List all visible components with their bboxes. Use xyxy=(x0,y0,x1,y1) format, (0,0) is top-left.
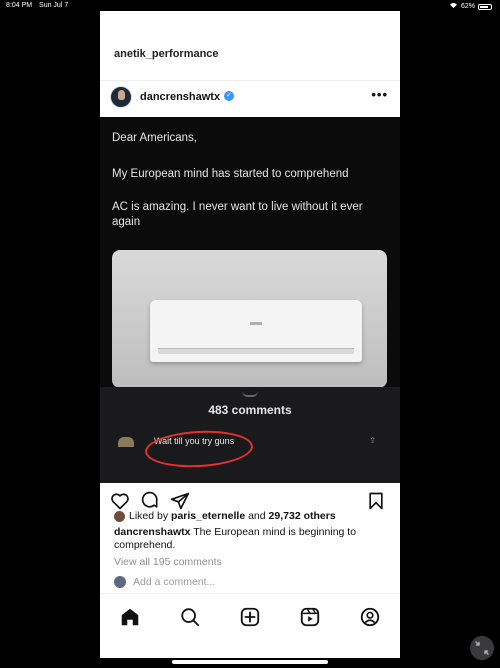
post-image[interactable]: Dear Americans, My European mind has sta… xyxy=(100,117,400,483)
likes-user[interactable]: paris_eternelle xyxy=(171,510,245,522)
commenter-avatar xyxy=(118,437,134,447)
heart-icon[interactable] xyxy=(110,491,130,511)
bookmark-icon[interactable] xyxy=(366,491,386,511)
status-left: 8:04 PM Sun Jul 7 xyxy=(6,2,73,9)
likes-line[interactable]: Liked by paris_eternelle and 29,732 othe… xyxy=(114,510,336,522)
tweet-line-1: Dear Americans, xyxy=(112,132,198,144)
bottom-tab-bar xyxy=(100,593,400,640)
share-mini-icon: ⇪ xyxy=(369,436,376,445)
shrink-window-icon[interactable] xyxy=(470,636,494,660)
ac-unit-photo xyxy=(112,250,387,388)
add-comment-row[interactable]: Add a comment... xyxy=(114,576,215,588)
battery-percent: 62% xyxy=(460,3,475,10)
profile-name: anetik_performance xyxy=(114,48,219,60)
status-time: 8:04 PM xyxy=(6,2,33,9)
caption-user[interactable]: dancrenshawtx xyxy=(114,526,190,538)
wifi-icon xyxy=(449,2,458,11)
verified-badge-icon: ✓ xyxy=(224,91,234,101)
post-username[interactable]: dancrenshawtx xyxy=(140,91,220,103)
status-right: 62% xyxy=(449,2,492,11)
caption: dancrenshawtx The European mind is begin… xyxy=(114,526,390,552)
post-avatar[interactable] xyxy=(110,86,132,108)
comments-count: 483 comments xyxy=(208,403,292,417)
current-user-avatar xyxy=(114,576,126,588)
comments-sheet: 483 comments Wait till you try guns ⇪ xyxy=(100,387,400,483)
tweet-line-3: AC is amazing. I never want to live with… xyxy=(112,201,363,228)
search-icon[interactable] xyxy=(179,606,201,628)
liker-avatar xyxy=(114,510,125,522)
profile-icon[interactable] xyxy=(359,606,381,628)
post-header: dancrenshawtx ✓ ••• xyxy=(100,81,400,117)
profile-header: anetik_performance xyxy=(100,11,400,81)
add-comment-placeholder[interactable]: Add a comment... xyxy=(133,576,215,588)
ac-vent xyxy=(158,348,354,354)
battery-icon xyxy=(478,3,492,10)
more-options-icon[interactable]: ••• xyxy=(371,87,388,102)
view-all-comments-link[interactable]: View all 195 comments xyxy=(114,556,222,568)
tweet-line-2: My European mind has started to comprehe… xyxy=(112,168,349,180)
instagram-app: anetik_performance dancrenshawtx ✓ ••• D… xyxy=(100,11,400,658)
likes-joiner: and xyxy=(248,510,266,522)
likes-count[interactable]: 29,732 others xyxy=(269,510,336,522)
likes-prefix: Liked by xyxy=(129,510,169,522)
home-icon[interactable] xyxy=(119,606,141,628)
reels-icon[interactable] xyxy=(299,606,321,628)
ac-logo xyxy=(250,322,262,325)
comment-icon[interactable] xyxy=(140,491,160,511)
air-conditioner xyxy=(150,300,362,362)
chevron-down-icon xyxy=(242,391,258,397)
status-date: Sun Jul 7 xyxy=(39,2,69,9)
create-icon[interactable] xyxy=(239,606,261,628)
home-indicator[interactable] xyxy=(172,660,328,664)
share-icon[interactable] xyxy=(170,491,190,511)
